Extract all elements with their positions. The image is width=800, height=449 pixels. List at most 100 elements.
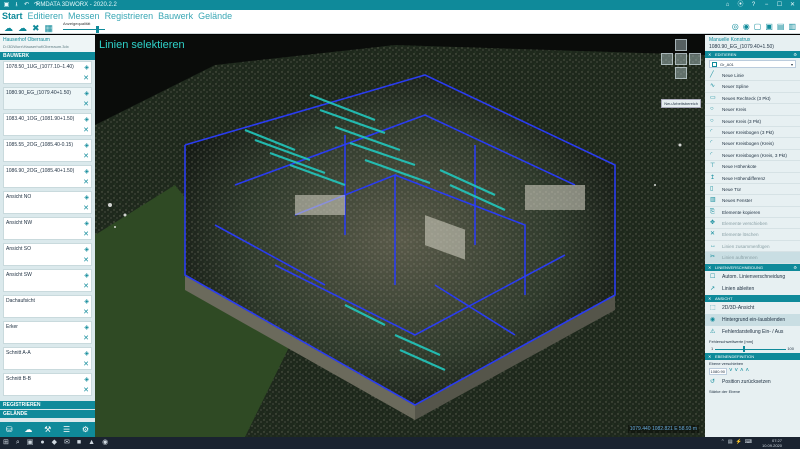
layer-checkbox[interactable]	[712, 62, 717, 67]
list-item[interactable]: Schnitt B-B ◈ ✕	[3, 373, 92, 396]
remove-icon[interactable]: ✕	[83, 178, 89, 186]
taskbar-app-icon[interactable]: ■	[77, 438, 81, 448]
visibility-icon[interactable]: ◈	[84, 272, 89, 279]
ansicht-item[interactable]: ◉ Hintergrund ein-/ausblenden	[705, 313, 800, 326]
taskbar-app-icon[interactable]: ▣	[27, 438, 34, 448]
visibility-icon[interactable]: ◈	[84, 350, 89, 357]
list-item[interactable]: Erker ◈ ✕	[3, 321, 92, 344]
nav-right[interactable]	[689, 53, 701, 65]
section-registrieren[interactable]: REGISTRIEREN	[0, 401, 95, 409]
error-threshold-slider[interactable]: 1 100	[711, 345, 794, 352]
linien-item[interactable]: ↗ Linien ableiten	[705, 283, 800, 295]
tool-item[interactable]: ╱ Neue Linie	[705, 70, 800, 82]
slider-thumb[interactable]	[743, 345, 745, 352]
ansicht-item[interactable]: ⬚ 2D/3D-Ansicht	[705, 302, 800, 314]
taskbar-app-icon[interactable]: ▲	[88, 438, 95, 448]
tool-item[interactable]: ↥ Neue Höhendifferenz	[705, 173, 800, 184]
remove-icon[interactable]: ✕	[83, 126, 89, 134]
quality-slider[interactable]	[63, 26, 105, 33]
grid-tool-icon[interactable]: ▦	[45, 23, 54, 34]
list-item[interactable]: 1085.55_2OG_(1085.40-0.15) ◈ ✕	[3, 139, 92, 162]
tool-item[interactable]: ▭ Neues Rechteck (3 Pkt)	[705, 93, 800, 105]
remove-icon[interactable]: ✕	[83, 282, 89, 290]
tray-icon[interactable]: ⌃	[721, 439, 725, 445]
collapse-icon[interactable]: ✕	[708, 353, 711, 360]
tools-icon[interactable]: ⚒	[44, 425, 51, 434]
remove-icon[interactable]: ✕	[83, 308, 89, 316]
visibility-icon[interactable]: ◈	[84, 194, 89, 201]
list-item[interactable]: Ansicht SW ◈ ✕	[3, 269, 92, 292]
taskbar-app-icon[interactable]: ●	[40, 438, 44, 448]
section-ebenendefinition[interactable]: ✕ EBENENDEFINITION	[705, 352, 800, 360]
delete-tool-icon[interactable]: ✖	[32, 23, 40, 34]
tab-start[interactable]: Start	[2, 11, 23, 21]
view-icon-4[interactable]: ▣	[765, 22, 773, 31]
view-icon-2[interactable]: ◉	[743, 22, 750, 31]
tool-item[interactable]: ✕ Elemente löschen	[705, 229, 800, 241]
linien-item[interactable]: ☐ Autom. Linienverschneidung	[705, 271, 800, 283]
visibility-icon[interactable]: ◈	[84, 220, 89, 227]
tab-editieren[interactable]: Editieren	[28, 11, 64, 21]
list-item[interactable]: Ansicht NW ◈ ✕	[3, 217, 92, 240]
list-item[interactable]: 1083.40_1OG_(1081.90+1.50) ◈ ✕	[3, 113, 92, 136]
tab-bauwerk[interactable]: Bauwerk	[158, 11, 193, 21]
cloud-download-icon[interactable]: ☁	[18, 23, 27, 34]
tool-item[interactable]: ∿ Neuer Spline	[705, 81, 800, 93]
section-gelaende[interactable]: GELÄNDE	[0, 410, 95, 418]
tab-registrieren[interactable]: Registrieren	[105, 11, 154, 21]
section-ansicht[interactable]: ✕ ANSICHT	[705, 294, 800, 302]
collapse-icon[interactable]: ✕	[708, 264, 711, 271]
layer-select[interactable]: Gr_A01 ▾	[709, 60, 796, 68]
tab-messen[interactable]: Messen	[68, 11, 100, 21]
list-item[interactable]: Ansicht SO ◈ ✕	[3, 243, 92, 266]
tool-item[interactable]: ◜ Neuer Kreisbogen (Kreis, 3 Pkt)	[705, 150, 800, 162]
list-item[interactable]: Ansicht NO ◈ ✕	[3, 191, 92, 214]
remove-icon[interactable]: ✕	[83, 152, 89, 160]
visibility-icon[interactable]: ◈	[84, 142, 89, 149]
list-item[interactable]: 1080.90_EG_(1079.40+1.50) ◈ ✕	[3, 87, 92, 110]
tool-item[interactable]: ⎘ Elemente kopieren	[705, 207, 800, 219]
ansicht-item[interactable]: ⚠ Fehlerdarstellung Ein- / Aus	[705, 326, 800, 338]
visibility-icon[interactable]: ◈	[84, 246, 89, 253]
list-item[interactable]: 1078.50_1UG_(1077.10–1.40) ◈ ✕	[3, 61, 92, 84]
tool-item[interactable]: ▥ Neues Fenster	[705, 195, 800, 207]
remove-icon[interactable]: ✕	[83, 386, 89, 394]
tool-item[interactable]: ○ Neuer Kreis	[705, 104, 800, 116]
remove-icon[interactable]: ✕	[83, 230, 89, 238]
view-icon-1[interactable]: ◎	[732, 22, 739, 31]
3d-viewport[interactable]: Linien selektieren Neu Arbeitsbereich 10…	[95, 35, 705, 437]
list-item[interactable]: Dachaufsicht ◈ ✕	[3, 295, 92, 318]
remove-icon[interactable]: ✕	[83, 74, 89, 82]
arrow-up-fast-icon[interactable]: ˄	[746, 368, 750, 374]
visibility-icon[interactable]: ◈	[84, 64, 89, 71]
nav-left[interactable]	[661, 53, 673, 65]
layers-icon[interactable]: ⛁	[6, 425, 13, 434]
collapse-icon[interactable]: ✕	[708, 51, 711, 58]
taskbar-app-icon[interactable]: ◉	[102, 438, 108, 448]
nav-top[interactable]	[675, 39, 687, 51]
tab-gelaende[interactable]: Gelände	[198, 11, 232, 21]
section-bauwerk[interactable]: BAUWERK	[0, 52, 95, 60]
visibility-icon[interactable]: ◈	[84, 324, 89, 331]
cloud-upload-icon[interactable]: ☁	[4, 23, 13, 34]
tool-item[interactable]: ✥ Elemente verschieben	[705, 218, 800, 230]
remove-icon[interactable]: ✕	[83, 334, 89, 342]
minimize-icon[interactable]: −	[763, 0, 770, 10]
cog-icon[interactable]: ⚙	[793, 51, 797, 58]
undo-icon[interactable]: ↶	[23, 0, 30, 10]
visibility-icon[interactable]: ◈	[84, 90, 89, 97]
visibility-icon[interactable]: ◈	[84, 376, 89, 383]
save-icon[interactable]: ⭳	[13, 0, 20, 10]
reset-position-button[interactable]: ↺ Position zurücksetzen	[705, 376, 800, 388]
chevron-down-icon[interactable]: ▾	[791, 61, 793, 68]
view-icon-3[interactable]: ▢	[754, 22, 762, 31]
cloud-icon[interactable]: ☁	[24, 425, 32, 434]
taskbar-app-icon[interactable]: ◆	[52, 438, 57, 448]
tray-icon[interactable]: ⌨	[745, 439, 752, 445]
home-icon[interactable]: ⌂	[724, 0, 731, 10]
tool-item[interactable]: ▯ Neue Tür	[705, 184, 800, 196]
start-icon[interactable]: ⊞	[3, 438, 9, 448]
taskbar-app-icon[interactable]: ✉	[64, 438, 70, 448]
list-item[interactable]: 1086.90_2OG_(1085.40+1.50) ◈ ✕	[3, 165, 92, 188]
taskbar-app-icon[interactable]: ⌕	[16, 438, 20, 448]
